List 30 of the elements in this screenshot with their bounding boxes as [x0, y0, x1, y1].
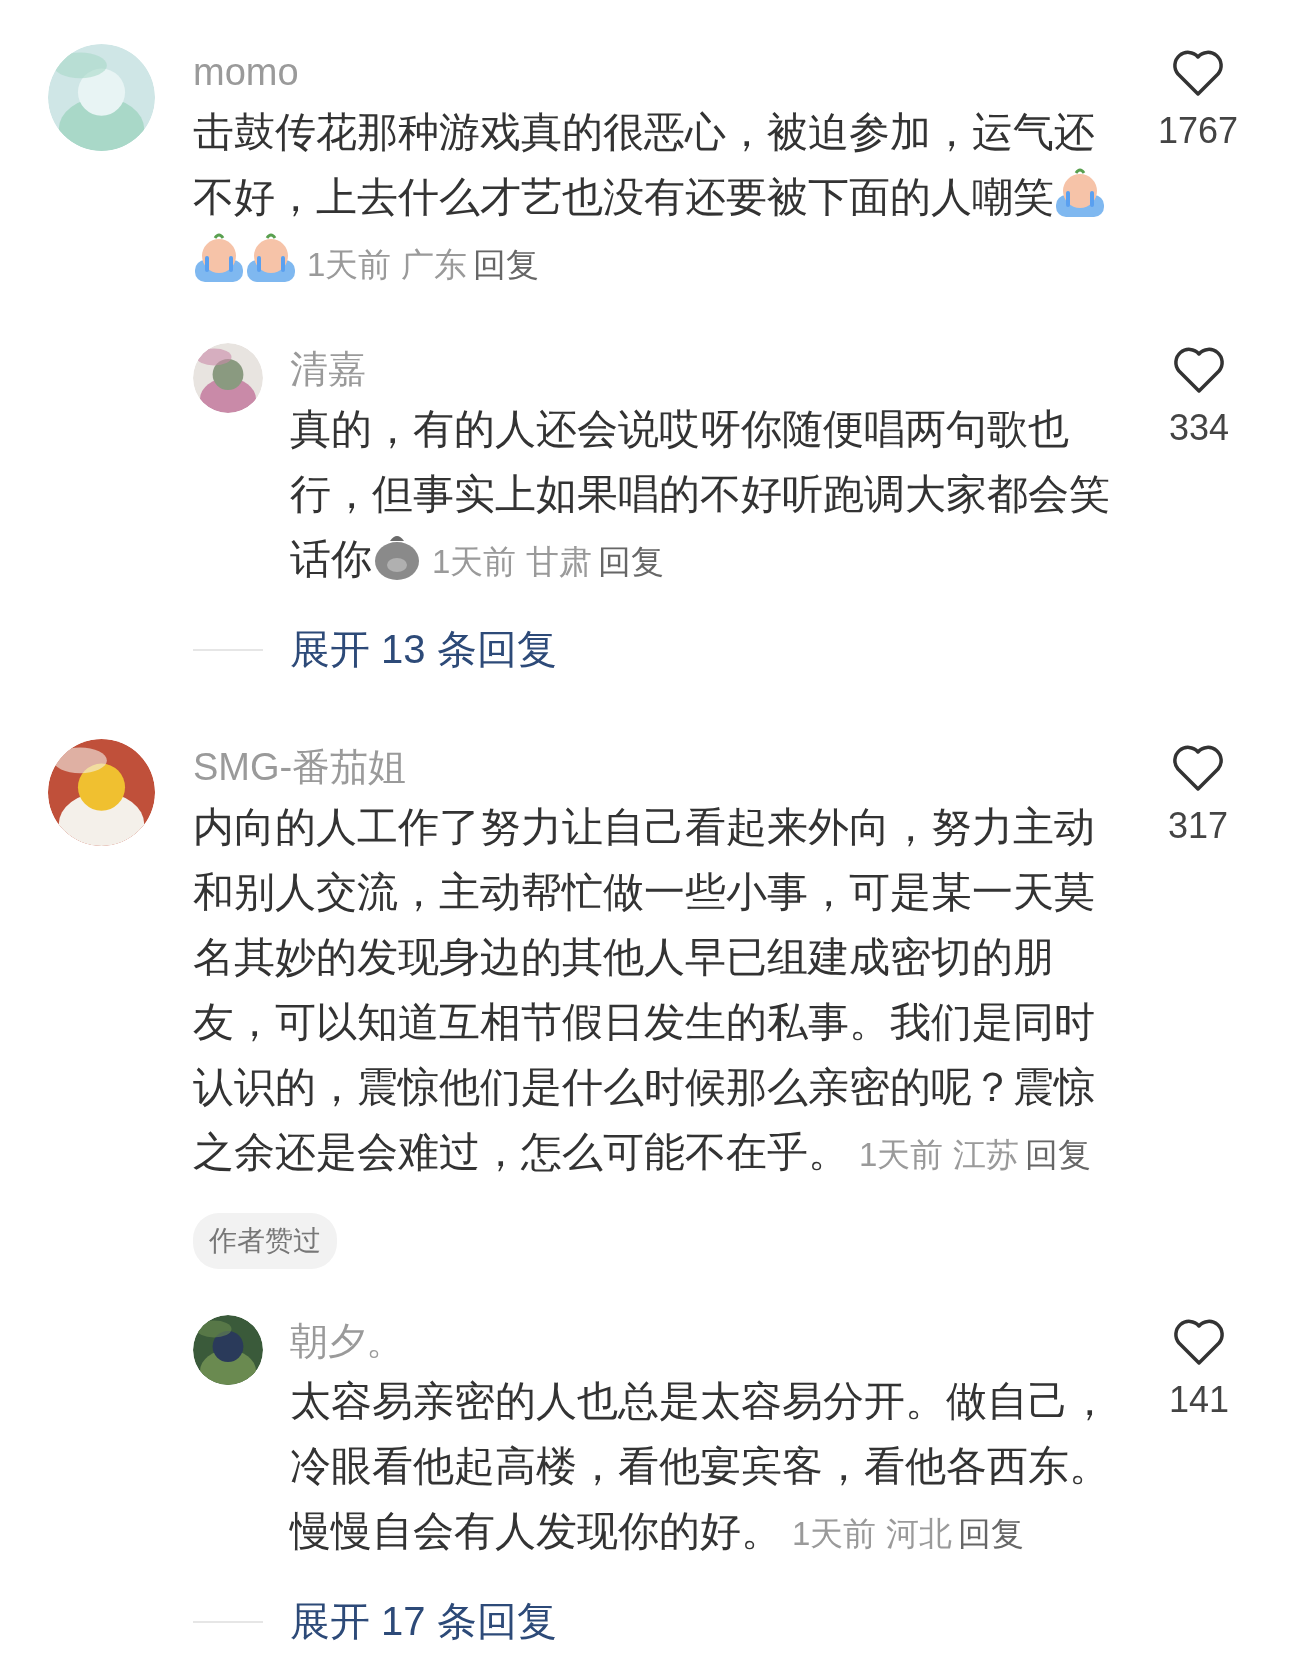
reply-link[interactable]: 回复 — [958, 1515, 1025, 1552]
comment-text: 击鼓传花那种游戏真的很恶心，被迫参加，运气还不好，上去什么才艺也没有还要被下面的人嘲笑 1天前 广东 回复 — [193, 100, 1133, 297]
heart-icon[interactable] — [1172, 50, 1224, 98]
timestamp: 1天前 — [432, 543, 517, 580]
like-count: 141 — [1168, 1379, 1230, 1421]
heart-icon[interactable] — [1172, 745, 1224, 793]
like-count: 1767 — [1157, 110, 1239, 152]
reply-link[interactable]: 回复 — [598, 543, 665, 580]
crying-sticker-icon — [1054, 167, 1106, 219]
timestamp: 1天前 — [859, 1136, 944, 1173]
expand-replies-link[interactable]: 展开 17 条回复 — [290, 1594, 557, 1649]
heart-icon[interactable] — [1173, 347, 1225, 395]
comment-text: 太容易亲密的人也总是太容易分开。做自己，冷眼看他起高楼，看他宴宾客，看他各西东。慢慢自会有人发现你的好。 1天前 河北 回复 — [290, 1377, 1111, 1556]
heart-icon[interactable] — [1173, 1319, 1225, 1367]
location: 河北 — [886, 1515, 953, 1552]
reply-link[interactable]: 回复 — [473, 246, 540, 283]
location: 广东 — [401, 246, 468, 283]
location: 江苏 — [953, 1136, 1020, 1173]
author-liked-badge: 作者赞过 — [193, 1213, 337, 1269]
location: 甘肃 — [526, 543, 593, 580]
like-count: 317 — [1167, 805, 1229, 847]
reply-link[interactable]: 回复 — [1025, 1136, 1092, 1173]
crying-sticker-icon — [245, 232, 297, 284]
comment-text: 真的，有的人还会说哎呀你随便唱两句歌也行，但事实上如果唱的不好听跑调大家都会笑话你 1天前 甘肃 回复 — [290, 405, 1111, 584]
crying-sticker-icon — [193, 232, 245, 284]
timestamp: 1天前 — [307, 246, 392, 283]
expand-replies-link[interactable]: 展开 13 条回复 — [290, 622, 557, 677]
comment-text: 内向的人工作了努力让自己看起来外向，努力主动和别人交流，主动帮忙做一些小事，可是某一天莫名其妙的发现身边的其他人早已组建成密切的朋友，可以知道互相节假日发生的私事。我们是同时认识的，震惊他们是什么时候那么亲密的呢？震惊之余还是会难过，怎么可能不在乎。 1天前 江苏 回复 — [193, 803, 1096, 1177]
like-count: 334 — [1168, 407, 1230, 449]
timestamp: 1天前 — [792, 1515, 877, 1552]
